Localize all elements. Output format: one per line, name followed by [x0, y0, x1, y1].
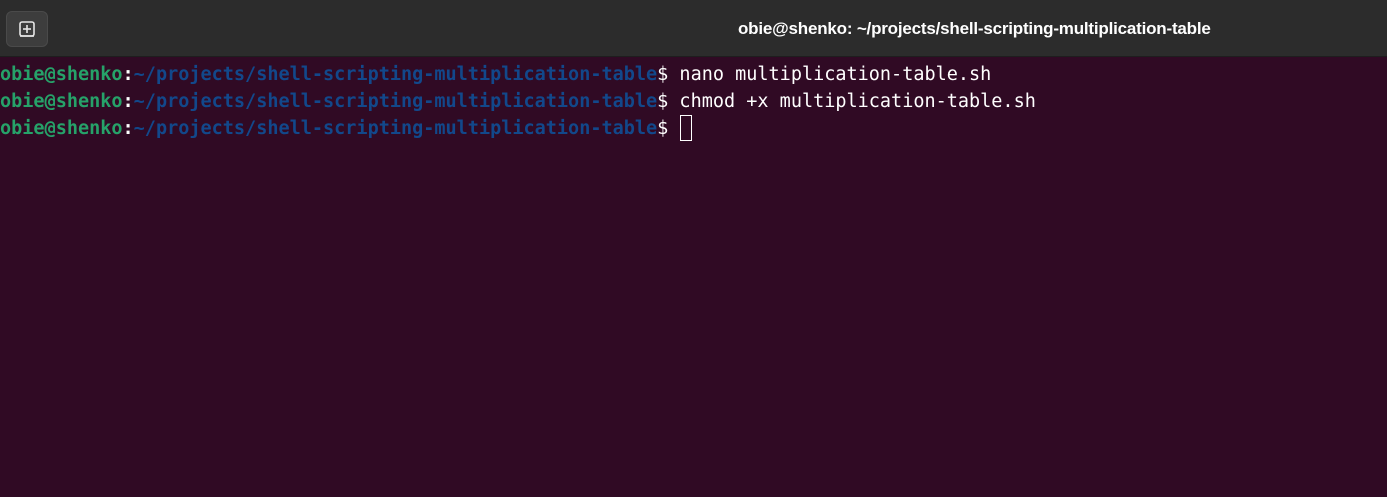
command-input[interactable] [668, 118, 679, 139]
terminal-window: obie@shenko: ~/projects/shell-scripting-… [0, 0, 1387, 497]
prompt-colon: : [122, 64, 134, 85]
terminal-area[interactable]: obie@shenko:~/projects/shell-scripting-m… [0, 58, 1387, 497]
prompt-user: obie@shenko [0, 91, 123, 112]
command-text: chmod +x multiplication-table.sh [668, 91, 1036, 112]
window-title: obie@shenko: ~/projects/shell-scripting-… [738, 19, 1211, 38]
prompt-dollar: $ [657, 64, 669, 85]
new-tab-button[interactable] [6, 11, 48, 47]
prompt-user: obie@shenko [0, 118, 123, 139]
text-cursor [680, 115, 693, 141]
title-bar: obie@shenko: ~/projects/shell-scripting-… [0, 0, 1387, 57]
prompt-path: ~/projects/shell-scripting-multiplicatio… [133, 118, 658, 139]
prompt-user: obie@shenko [0, 64, 123, 85]
command-text: nano multiplication-table.sh [668, 64, 992, 85]
prompt-dollar: $ [657, 91, 669, 112]
terminal-line-active: obie@shenko:~/projects/shell-scripting-m… [0, 115, 693, 142]
new-tab-icon [19, 21, 35, 37]
prompt-colon: : [122, 118, 134, 139]
terminal-line: obie@shenko:~/projects/shell-scripting-m… [0, 88, 1036, 115]
prompt-colon: : [122, 91, 134, 112]
terminal-line: obie@shenko:~/projects/shell-scripting-m… [0, 61, 991, 88]
prompt-path: ~/projects/shell-scripting-multiplicatio… [133, 64, 658, 85]
prompt-dollar: $ [657, 118, 669, 139]
prompt-path: ~/projects/shell-scripting-multiplicatio… [133, 91, 658, 112]
